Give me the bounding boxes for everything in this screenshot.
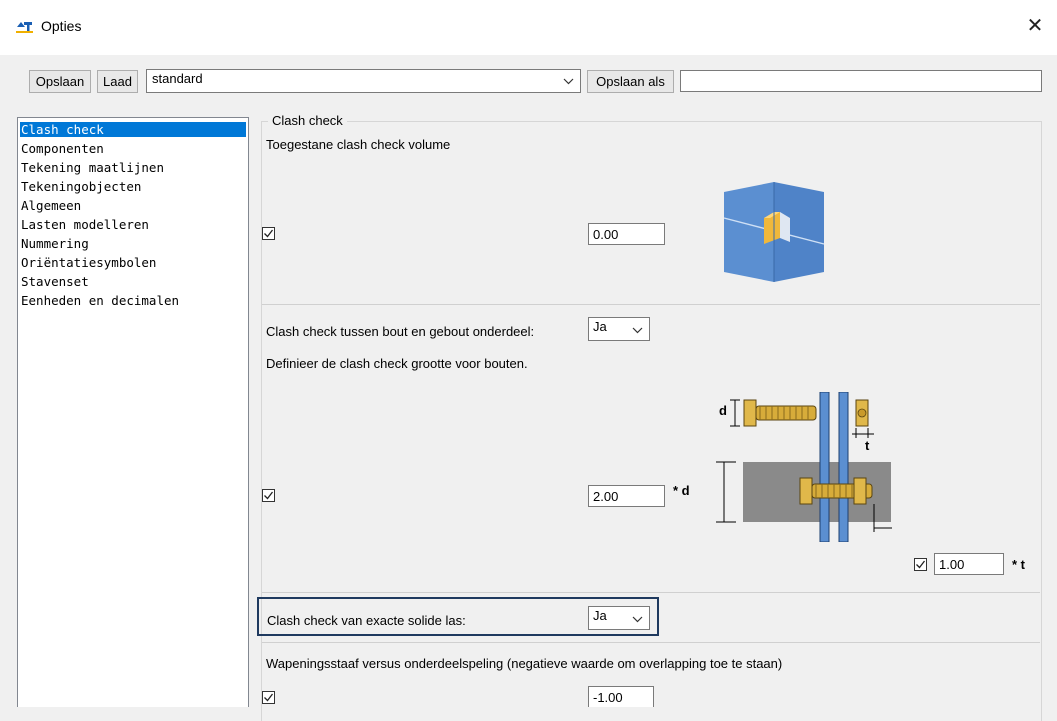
chevron-down-icon xyxy=(563,72,574,93)
list-item-lasten-modelleren[interactable]: Lasten modelleren xyxy=(20,217,246,232)
diagram-label-t: t xyxy=(865,438,870,453)
category-list[interactable]: Clash check Componenten Tekening maatlij… xyxy=(17,117,249,707)
rebar-clearance-checkbox[interactable] xyxy=(262,691,275,704)
save-as-button[interactable]: Opslaan als xyxy=(587,70,674,93)
weld-clash-label: Clash check van exacte solide las: xyxy=(267,613,466,628)
bolt-d-unit: * d xyxy=(673,483,690,498)
close-button[interactable]: ✕ xyxy=(1020,12,1050,40)
list-item-tekening-maatlijnen[interactable]: Tekening maatlijnen xyxy=(20,160,246,175)
app-icon xyxy=(16,20,33,33)
title-bar xyxy=(0,0,1057,55)
rebar-clearance-input[interactable]: -1.00 xyxy=(588,686,654,707)
list-item-clash-check[interactable]: Clash check xyxy=(20,122,246,137)
list-item-algemeen[interactable]: Algemeen xyxy=(20,198,246,213)
chevron-down-icon xyxy=(632,610,643,631)
save-as-name-input[interactable] xyxy=(680,70,1042,92)
rebar-clearance-label: Wapeningsstaaf versus onderdeelspeling (… xyxy=(266,656,783,671)
divider xyxy=(262,304,1040,305)
weld-clash-select-value: Ja xyxy=(593,607,607,623)
chevron-down-icon xyxy=(632,321,643,342)
bolt-size-diagram xyxy=(714,391,894,543)
clash-volume-checkbox[interactable] xyxy=(262,227,275,240)
window-title: Opties xyxy=(41,18,82,34)
bolt-d-input[interactable]: 2.00 xyxy=(588,485,665,507)
load-button[interactable]: Laad xyxy=(97,70,138,93)
bolt-size-label: Definieer de clash check grootte voor bo… xyxy=(266,356,528,371)
bolt-t-input[interactable]: 1.00 xyxy=(934,553,1004,575)
list-item-tekeningobjecten[interactable]: Tekeningobjecten xyxy=(20,179,246,194)
group-title: Clash check xyxy=(268,113,347,128)
bolt-d-checkbox[interactable] xyxy=(262,489,275,502)
list-item-nummering[interactable]: Nummering xyxy=(20,236,246,251)
bolt-clash-label: Clash check tussen bout en gebout onderd… xyxy=(266,324,535,339)
list-item-orientatiesymbolen[interactable]: Oriëntatiesymbolen xyxy=(20,255,246,270)
weld-clash-select[interactable]: Ja xyxy=(588,606,650,630)
preset-select-value: standard xyxy=(152,70,203,86)
clash-volume-label: Toegestane clash check volume xyxy=(266,137,451,152)
list-item-componenten[interactable]: Componenten xyxy=(20,141,246,156)
list-item-eenheden-en-decimalen[interactable]: Eenheden en decimalen xyxy=(20,293,246,308)
bolt-t-checkbox[interactable] xyxy=(914,558,927,571)
bolt-t-unit: * t xyxy=(1012,557,1025,572)
list-item-stavenset[interactable]: Stavenset xyxy=(20,274,246,289)
diagram-label-d: d xyxy=(719,403,727,418)
clash-volume-diagram xyxy=(718,178,830,284)
clash-volume-input[interactable]: 0.00 xyxy=(588,223,665,245)
bolt-clash-select[interactable]: Ja xyxy=(588,317,650,341)
save-button[interactable]: Opslaan xyxy=(29,70,91,93)
divider xyxy=(262,592,1040,593)
bolt-clash-select-value: Ja xyxy=(593,318,607,334)
preset-select[interactable]: standard xyxy=(146,69,581,93)
close-icon: ✕ xyxy=(1026,15,1044,37)
divider xyxy=(262,642,1040,643)
